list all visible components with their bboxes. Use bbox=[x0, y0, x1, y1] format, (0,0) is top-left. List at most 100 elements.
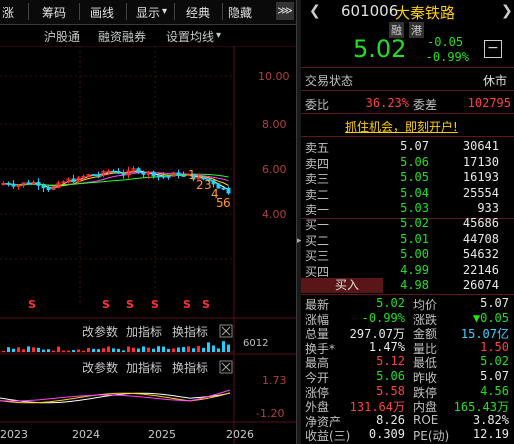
book-level-price[interactable]: 5.03 bbox=[385, 201, 429, 215]
stat-value: -0.99% bbox=[361, 310, 405, 325]
hgt-link[interactable]: 沪股通 bbox=[44, 28, 80, 45]
volume-bar bbox=[187, 346, 190, 352]
volume-bar bbox=[47, 349, 50, 352]
book-level-volume: 933 bbox=[477, 201, 499, 215]
toolbar-divider bbox=[79, 3, 80, 20]
macd-tick: -1.20 bbox=[256, 407, 284, 420]
toolbar-display-button[interactable]: 显示 bbox=[136, 4, 160, 21]
volume-bar bbox=[227, 344, 230, 352]
toolbar-item-0[interactable]: 涨 bbox=[2, 4, 14, 21]
book-level-price[interactable]: 5.07 bbox=[385, 139, 429, 153]
order-diff-label: 委差 bbox=[413, 98, 438, 112]
stat-value: 12.19 bbox=[472, 427, 509, 442]
candle-body bbox=[211, 179, 216, 185]
volume-bar bbox=[182, 347, 185, 352]
volume-bar bbox=[67, 350, 70, 352]
toolbar-hide-button[interactable]: 隐藏 bbox=[228, 4, 252, 21]
candle-body bbox=[151, 171, 156, 177]
chevron-down-icon: ▾ bbox=[216, 30, 222, 41]
minimize-button[interactable]: − bbox=[484, 40, 502, 58]
candle-body bbox=[116, 170, 121, 174]
toolbar-divider bbox=[222, 3, 223, 20]
time-label: 2024 bbox=[72, 428, 100, 441]
price-tick: 10.00 bbox=[258, 70, 290, 83]
candle-body bbox=[136, 168, 141, 173]
candle-body bbox=[181, 174, 186, 177]
volume-bar bbox=[147, 347, 150, 352]
volume-bar bbox=[127, 346, 130, 352]
s-mark: S bbox=[102, 298, 110, 311]
macd-change-params-button[interactable]: 改参数 bbox=[82, 360, 118, 375]
ma-settings-button[interactable]: 设置均线 bbox=[166, 28, 214, 45]
volume-bar bbox=[17, 347, 20, 352]
candle-body bbox=[176, 172, 181, 176]
book-level-price[interactable]: 5.04 bbox=[385, 186, 429, 200]
s-mark: S bbox=[126, 298, 134, 311]
open-account-link[interactable]: 抓住机会，即刻开户! bbox=[345, 118, 458, 135]
book-level-price[interactable]: 5.06 bbox=[385, 155, 429, 169]
book-level-volume: 22146 bbox=[462, 262, 499, 277]
volume-bar bbox=[7, 347, 10, 352]
volume-bar bbox=[202, 347, 205, 352]
book-level-price[interactable]: 4.99 bbox=[385, 263, 429, 277]
stat-value: 0.309 bbox=[368, 427, 405, 442]
stat-value: 5.06 bbox=[376, 369, 405, 383]
stat-value: 5.02 bbox=[376, 296, 405, 310]
signal-marker: 1 bbox=[188, 168, 196, 182]
next-stock-icon[interactable]: ❯ bbox=[501, 3, 513, 19]
volume-bar bbox=[142, 346, 145, 352]
quote-panel: ❮ 601006 大秦铁路 ❯ 融 港 5.02 -0.05 -0.99% − … bbox=[301, 0, 514, 444]
book-level-price[interactable]: 5.00 bbox=[385, 247, 429, 261]
volume-bar bbox=[27, 346, 30, 352]
book-level-label: 买四 bbox=[305, 264, 330, 279]
close-icon-glyph bbox=[221, 362, 231, 372]
book-level-label: 买三 bbox=[305, 249, 330, 263]
stat-value: 5.07 bbox=[480, 369, 509, 383]
divider bbox=[301, 294, 514, 295]
volume-bar bbox=[52, 350, 55, 352]
book-level-volume: 44708 bbox=[462, 231, 499, 246]
vol-swap-indicator-button[interactable]: 换指标 bbox=[172, 324, 208, 339]
stat-value: 5.07 bbox=[480, 296, 509, 310]
volume-bar bbox=[167, 348, 170, 352]
volume-bar bbox=[197, 346, 200, 352]
volume-bar bbox=[32, 347, 35, 352]
order-ratio-value: 36.23% bbox=[365, 96, 409, 110]
volume-bar bbox=[42, 349, 45, 352]
volume-bar bbox=[212, 345, 215, 352]
stat-value: 5.58 bbox=[376, 383, 405, 398]
signal-marker: 6 bbox=[223, 196, 231, 210]
volume-bar bbox=[192, 348, 195, 352]
margin-link[interactable]: 融资融券 bbox=[98, 28, 146, 45]
volume-bar bbox=[112, 348, 115, 352]
macd-signal-line bbox=[0, 389, 231, 402]
macd-add-indicator-button[interactable]: 加指标 bbox=[126, 360, 162, 375]
time-label: 2026 bbox=[226, 428, 254, 441]
buy-button[interactable]: 买入 bbox=[301, 278, 383, 293]
macd-tick: 1.73 bbox=[262, 374, 287, 387]
candle-body bbox=[71, 178, 76, 183]
close-icon-glyph bbox=[221, 326, 231, 336]
book-level-price[interactable]: 5.02 bbox=[385, 216, 429, 230]
volume-bar bbox=[207, 342, 210, 352]
toolbar-divider bbox=[174, 3, 175, 20]
macd-swap-indicator-button[interactable]: 换指标 bbox=[172, 360, 208, 375]
book-level-price[interactable]: 5.05 bbox=[385, 170, 429, 184]
prev-stock-icon[interactable]: ❮ bbox=[309, 3, 321, 19]
kline-chart[interactable]: 10.00 8.00 6.00 4.00 1 2 3 4 5 6 S S S S… bbox=[0, 46, 296, 444]
toolbar-draw-button[interactable]: 画线 bbox=[90, 4, 114, 21]
vol-add-indicator-button[interactable]: 加指标 bbox=[126, 324, 162, 339]
toolbar-classic-button[interactable]: 经典 bbox=[186, 4, 210, 21]
toolbar-chips-button[interactable]: 筹码 bbox=[42, 4, 66, 21]
book-level-price[interactable]: 5.01 bbox=[385, 232, 429, 246]
book-level-price[interactable]: 4.98 bbox=[385, 278, 429, 292]
book-level-volume: 30641 bbox=[462, 139, 499, 153]
volume-bar bbox=[162, 346, 165, 352]
price-change: -0.05 bbox=[427, 35, 464, 49]
stat-label: 收益(三) bbox=[305, 429, 351, 444]
volume-bar bbox=[102, 348, 105, 352]
more-icon[interactable]: ⋙ bbox=[276, 2, 294, 20]
volume-axis-label: 6012 bbox=[243, 338, 268, 349]
vol-change-params-button[interactable]: 改参数 bbox=[82, 324, 118, 339]
candle-body bbox=[6, 182, 11, 185]
